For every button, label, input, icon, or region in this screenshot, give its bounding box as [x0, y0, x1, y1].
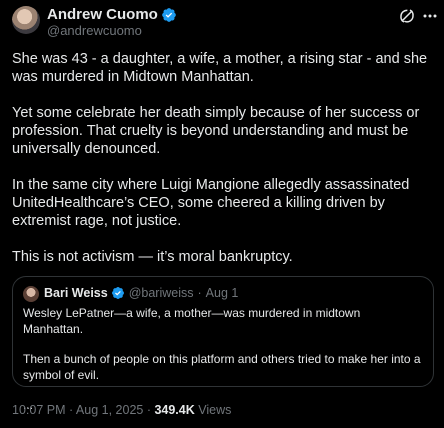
- post-timestamp[interactable]: 10:07 PM · Aug 1, 2025 ·: [12, 403, 154, 417]
- quote-date[interactable]: Aug 1: [206, 285, 239, 301]
- verified-badge-icon: [111, 287, 124, 299]
- post-body: She was 43 - a daughter, a wife, a mothe…: [12, 50, 436, 284]
- post-paragraph: This is not activism — it’s moral bankru…: [12, 249, 293, 265]
- views-label: Views: [194, 403, 232, 417]
- quote-paragraph: Wesley LePatner—a wife, a mother—was mur…: [23, 306, 361, 336]
- quote-body: Wesley LePatner—a wife, a mother—was mur…: [23, 305, 423, 413]
- quote-header: Bari Weiss @bariweiss · Aug 1: [44, 285, 238, 301]
- quote-display-name[interactable]: Bari Weiss: [44, 285, 108, 301]
- quote-handle[interactable]: @bariweiss: [129, 285, 194, 301]
- author-handle[interactable]: @andrewcuomo: [47, 23, 142, 39]
- author-display-name[interactable]: Andrew Cuomo: [47, 6, 158, 24]
- author-name-row: Andrew Cuomo: [47, 6, 177, 24]
- verified-badge-icon: [162, 8, 176, 22]
- quote-paragraph: Then a bunch of people on this platform …: [23, 352, 421, 382]
- quote-author-avatar[interactable]: [23, 286, 39, 302]
- author-avatar[interactable]: [12, 6, 40, 34]
- quote-separator: ·: [197, 286, 202, 300]
- post-paragraph: In the same city where Luigi Mangione al…: [12, 177, 410, 229]
- grok-icon[interactable]: [398, 7, 416, 25]
- views-count: 349.4K: [154, 403, 195, 417]
- post-meta: 10:07 PM · Aug 1, 2025 · 349.4K Views: [12, 402, 231, 418]
- post-paragraph: Yet some celebrate her death simply beca…: [12, 105, 420, 157]
- post-paragraph: She was 43 - a daughter, a wife, a mothe…: [12, 51, 428, 85]
- quoted-post[interactable]: Bari Weiss @bariweiss · Aug 1 Wesley LeP…: [12, 276, 434, 412]
- more-options-icon[interactable]: [422, 7, 438, 25]
